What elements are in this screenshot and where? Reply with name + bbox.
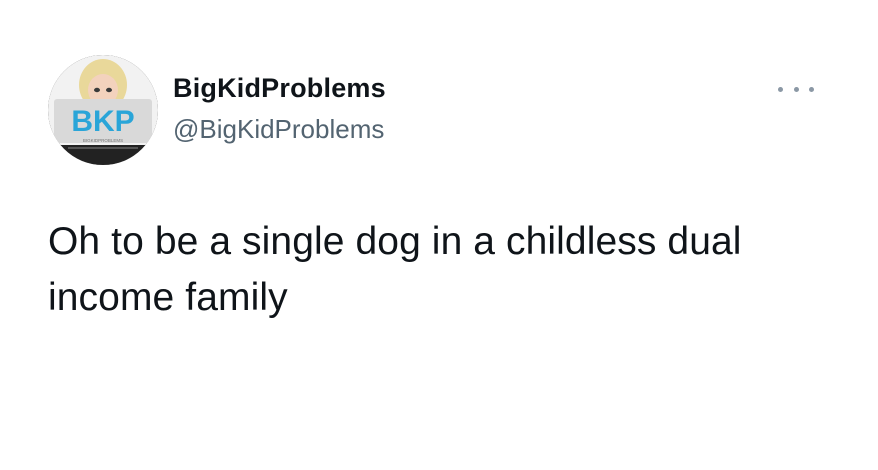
author-display-name[interactable]: BigKidProblems [173, 73, 386, 104]
avatar[interactable]: BKP BIGKIDPROBLEMS [48, 55, 158, 165]
more-horizontal-icon[interactable] [778, 78, 814, 100]
dot-icon [793, 86, 799, 92]
dot-icon [778, 86, 783, 92]
avatar-logo-text: BKP [71, 105, 134, 138]
author-handle[interactable]: @BigKidProblems [173, 114, 384, 145]
dot-icon [809, 86, 814, 92]
tweet-text: Oh to be a single dog in a childless dua… [48, 220, 742, 319]
bkp-logo-icon: BKP BIGKIDPROBLEMS [48, 55, 158, 165]
tweet-card: BKP BIGKIDPROBLEMS BigKidProblems @BigKi… [0, 0, 878, 470]
avatar-logo-subtext: BIGKIDPROBLEMS [83, 138, 123, 143]
